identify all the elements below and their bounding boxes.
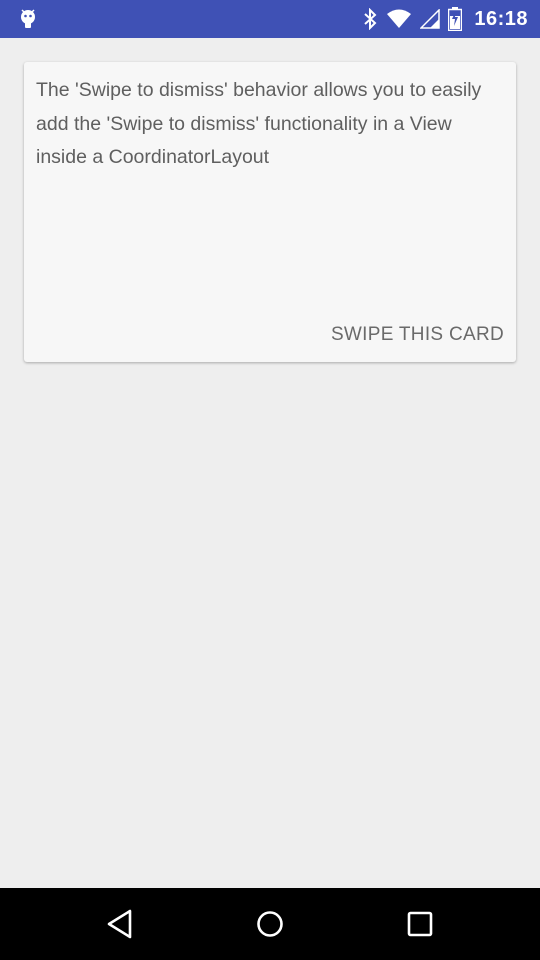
battery-icon [448, 7, 463, 31]
swipe-card[interactable]: The 'Swipe to dismiss' behavior allows y… [24, 62, 516, 362]
status-time: 16:18 [474, 7, 528, 30]
status-icons: 16:18 [362, 0, 528, 38]
status-bar: 16:18 [0, 0, 540, 38]
recents-icon[interactable] [396, 900, 444, 948]
card-description: The 'Swipe to dismiss' behavior allows y… [36, 79, 482, 168]
coordinator-layout: The 'Swipe to dismiss' behavior allows y… [0, 38, 540, 888]
home-icon[interactable] [246, 900, 294, 948]
wifi-icon [386, 9, 412, 29]
bluetooth-icon [362, 8, 378, 30]
android-debug-icon [16, 7, 40, 31]
back-icon[interactable] [96, 900, 144, 948]
navigation-bar [0, 888, 540, 960]
cellular-signal-icon [420, 9, 441, 29]
swipe-this-card-button[interactable]: SWIPE THIS CARD [331, 322, 504, 348]
screen: 16:18 The 'Swipe to dismiss' behavior al… [0, 0, 540, 960]
